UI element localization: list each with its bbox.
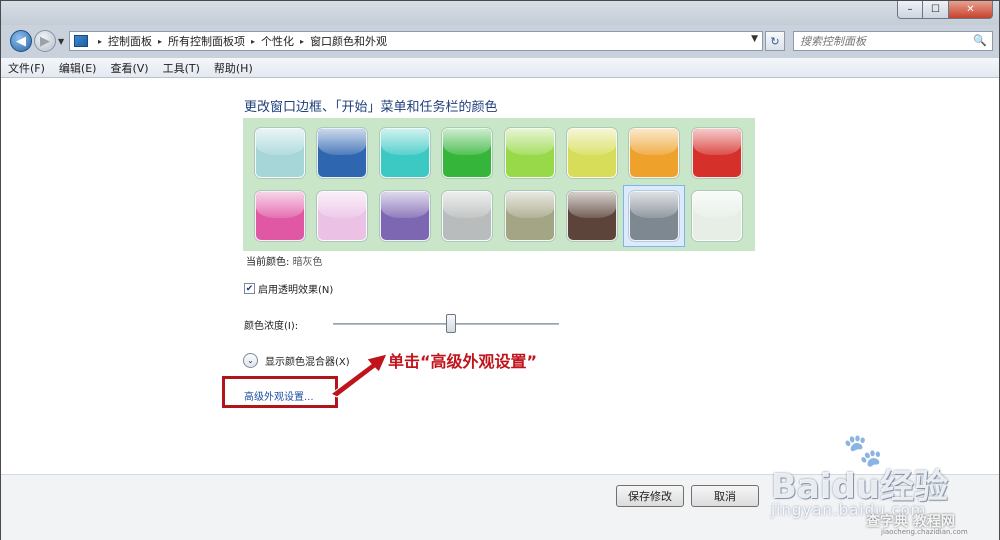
breadcrumb-all-items[interactable]: 所有控制面板项 (168, 33, 245, 49)
search-icon[interactable]: 🔍 (973, 34, 987, 47)
forward-button[interactable]: ▶ (34, 30, 56, 52)
menu-view[interactable]: 查看(V) (103, 60, 155, 76)
color-swatch-sky[interactable] (255, 128, 305, 178)
color-swatch-twilight[interactable] (317, 128, 368, 178)
color-swatch-lavender[interactable] (442, 191, 493, 241)
color-swatch-ruby[interactable] (691, 128, 742, 178)
color-swatch-sea[interactable] (379, 128, 430, 178)
transparency-checkbox[interactable]: ✔ (244, 283, 255, 294)
color-swatch-blush[interactable] (317, 191, 368, 241)
transparency-label[interactable]: 启用透明效果(N) (258, 281, 333, 296)
breadcrumb-separator-icon[interactable]: ▸ (98, 37, 102, 46)
search-box[interactable]: 🔍 (793, 31, 993, 51)
navigation-bar: ◀ ▶ ▼ ▸ 控制面板 ▸ 所有控制面板项 ▸ 个性化 ▸ 窗口颜色和外观 ▼… (1, 27, 999, 57)
breadcrumb-separator-icon[interactable]: ▸ (251, 37, 255, 46)
color-swatch-lemon[interactable] (567, 128, 617, 178)
search-input[interactable] (798, 33, 978, 49)
breadcrumb-personalization[interactable]: 个性化 (261, 33, 294, 49)
expand-chevron-icon[interactable]: ⌄ (243, 353, 258, 368)
page-title: 更改窗口边框、「开始」菜单和任务栏的颜色 (244, 100, 498, 115)
forward-arrow-icon: ▶ (40, 33, 50, 49)
color-swatch-fuchsia[interactable] (255, 191, 305, 241)
color-swatch-frost[interactable] (691, 191, 742, 241)
menu-bar: 文件(F) 编辑(E) 查看(V) 工具(T) 帮助(H) (1, 58, 999, 78)
transparency-option[interactable]: ✔ 启用透明效果(N) (244, 281, 333, 296)
refresh-icon: ↻ (770, 34, 780, 48)
close-button[interactable]: ✕ (949, 1, 993, 19)
color-intensity-label: 颜色浓度(I): (244, 321, 299, 332)
back-button[interactable]: ◀ (10, 30, 32, 52)
annotation-arrow-icon (331, 353, 388, 398)
breadcrumb-separator-icon[interactable]: ▸ (300, 37, 304, 46)
color-intensity-slider-thumb[interactable] (445, 314, 456, 333)
address-dropdown-icon[interactable]: ▼ (751, 34, 758, 44)
color-swatch-lime[interactable] (504, 128, 555, 178)
checkmark-icon: ✔ (245, 283, 254, 294)
dialog-footer: 保存修改 取消 (1, 474, 999, 540)
breadcrumb-control-panel[interactable]: 控制面板 (108, 33, 152, 49)
menu-help[interactable]: 帮助(H) (207, 60, 260, 76)
color-swatch-chocolate[interactable] (567, 191, 617, 241)
refresh-button[interactable]: ↻ (765, 31, 785, 51)
title-bar[interactable]: – ☐ ✕ (1, 1, 999, 25)
current-color-value: 暗灰色 (292, 257, 323, 268)
back-arrow-icon: ◀ (16, 33, 26, 49)
menu-tools[interactable]: 工具(T) (156, 60, 207, 76)
current-color-label: 当前颜色: (246, 257, 290, 268)
content-pane: 更改窗口边框、「开始」菜单和任务栏的颜色 当前颜色: 暗灰色 ✔ 启用透明效果(… (1, 78, 999, 474)
cancel-button[interactable]: 取消 (691, 485, 759, 507)
control-panel-icon (74, 35, 88, 47)
color-swatch-pumpkin[interactable] (629, 128, 680, 178)
minimize-button[interactable]: – (897, 1, 923, 19)
caption-buttons: – ☐ ✕ (897, 1, 993, 19)
current-color: 当前颜色: 暗灰色 (246, 253, 323, 268)
address-bar[interactable]: ▸ 控制面板 ▸ 所有控制面板项 ▸ 个性化 ▸ 窗口颜色和外观 ▼ (69, 31, 763, 51)
annotation-text: 单击“高级外观设置” (388, 352, 538, 371)
breadcrumb-window-color[interactable]: 窗口颜色和外观 (310, 33, 387, 49)
save-changes-button[interactable]: 保存修改 (616, 485, 684, 507)
recent-pages-dropdown-icon[interactable]: ▼ (58, 37, 64, 46)
color-swatch-violet[interactable] (379, 191, 430, 241)
menu-file[interactable]: 文件(F) (1, 60, 52, 76)
color-swatch-grid (243, 118, 755, 251)
annotation-highlight-box (222, 376, 338, 408)
menu-edit[interactable]: 编辑(E) (52, 60, 104, 76)
color-swatch-taupe[interactable] (504, 191, 555, 241)
maximize-button[interactable]: ☐ (923, 1, 949, 19)
breadcrumb-separator-icon[interactable]: ▸ (158, 37, 162, 46)
control-panel-window: – ☐ ✕ ◀ ▶ ▼ ▸ 控制面板 ▸ 所有控制面板项 ▸ 个性化 ▸ 窗口颜… (0, 0, 1000, 540)
color-swatch-slate[interactable] (629, 191, 680, 241)
color-swatch-leaf[interactable] (442, 128, 493, 178)
